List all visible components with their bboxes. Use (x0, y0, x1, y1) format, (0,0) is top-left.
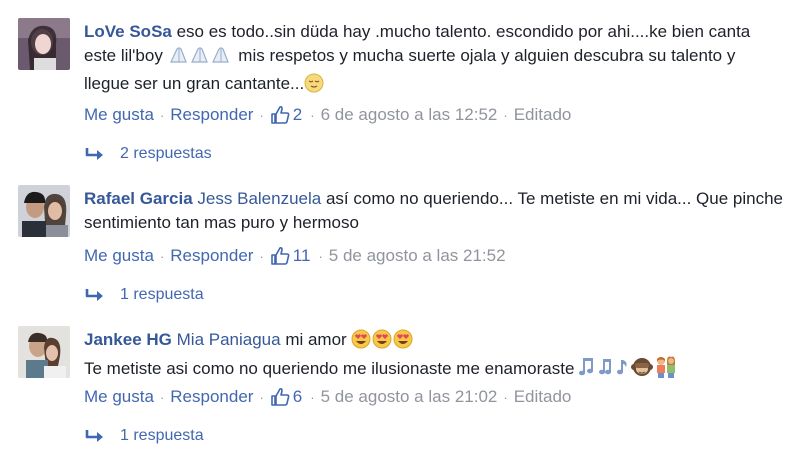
heart-eyes-emoji (351, 329, 415, 356)
thumbs-up-icon[interactable] (270, 387, 290, 407)
edited-label[interactable]: Editado (514, 105, 572, 125)
replies-count[interactable]: 2 respuestas (120, 145, 212, 163)
like-count[interactable]: 11 (293, 246, 311, 266)
comment-actions: Me gusta · Responder · 11 · 5 de agosto … (84, 246, 506, 266)
like-count[interactable]: 6 (293, 387, 302, 407)
avatar[interactable] (18, 326, 70, 378)
separator-dot: · (159, 389, 165, 405)
see-no-evil-monkey-emoji (631, 356, 654, 385)
comment-actions: Me gusta · Responder · 6 · 5 de agosto a… (84, 387, 571, 407)
comment-timestamp[interactable]: 5 de agosto a las 21:02 (321, 387, 498, 407)
like-link[interactable]: Me gusta (84, 387, 154, 407)
couple-emoji (653, 356, 679, 385)
view-replies-link[interactable]: 1 respuesta (84, 427, 204, 445)
like-link[interactable]: Me gusta (84, 105, 154, 125)
comment-timestamp[interactable]: 5 de agosto a las 21:52 (329, 246, 506, 266)
comment-body: LoVe SoSa eso es todo..sin düda hay .muc… (84, 20, 784, 100)
like-count[interactable]: 2 (293, 105, 302, 125)
mention-tag[interactable]: Mia Paniagua (177, 330, 281, 349)
separator-dot: · (503, 107, 508, 123)
comment-author[interactable]: Rafael Garcia (84, 189, 193, 208)
mention-tag[interactable]: Jess Balenzuela (197, 189, 321, 208)
comment-text-continued: Te metiste asi como no queriendo me ilus… (84, 359, 580, 378)
avatar[interactable] (18, 185, 70, 237)
comment-text: mi amor (280, 330, 352, 349)
separator-dot: · (159, 107, 165, 123)
view-replies-link[interactable]: 1 respuesta (84, 286, 204, 304)
reply-link[interactable]: Responder (170, 387, 253, 407)
separator-dot: · (318, 248, 323, 264)
replies-count[interactable]: 1 respuesta (120, 286, 204, 304)
replies-count[interactable]: 1 respuesta (120, 427, 204, 445)
comment-body: Rafael Garcia Jess Balenzuela así como n… (84, 187, 784, 235)
separator-dot: · (259, 107, 264, 123)
edited-label[interactable]: Editado (514, 387, 572, 407)
music-notes-emoji (579, 356, 631, 385)
like-link[interactable]: Me gusta (84, 246, 154, 266)
relieved-face-emoji (304, 73, 324, 100)
reply-link[interactable]: Responder (170, 246, 253, 266)
separator-dot: · (310, 389, 315, 405)
view-replies-link[interactable]: 2 respuestas (84, 145, 212, 163)
comment-timestamp[interactable]: 6 de agosto a las 12:52 (321, 105, 498, 125)
separator-dot: · (259, 389, 264, 405)
comment-author[interactable]: Jankee HG (84, 330, 172, 349)
reply-arrow-icon (84, 428, 106, 444)
reply-arrow-icon (84, 287, 106, 303)
praying-hands-emoji (168, 45, 234, 72)
thumbs-up-icon[interactable] (270, 105, 290, 125)
reply-link[interactable]: Responder (170, 105, 253, 125)
avatar[interactable] (18, 18, 70, 70)
comment-author[interactable]: LoVe SoSa (84, 22, 172, 41)
separator-dot: · (159, 248, 165, 264)
comment-body: Jankee HG Mia Paniagua mi amor Te metist… (84, 328, 784, 385)
comment-actions: Me gusta · Responder · 2 · 6 de agosto a… (84, 105, 571, 125)
separator-dot: · (310, 107, 315, 123)
separator-dot: · (503, 389, 508, 405)
thumbs-up-icon[interactable] (270, 246, 290, 266)
separator-dot: · (259, 248, 264, 264)
reply-arrow-icon (84, 146, 106, 162)
